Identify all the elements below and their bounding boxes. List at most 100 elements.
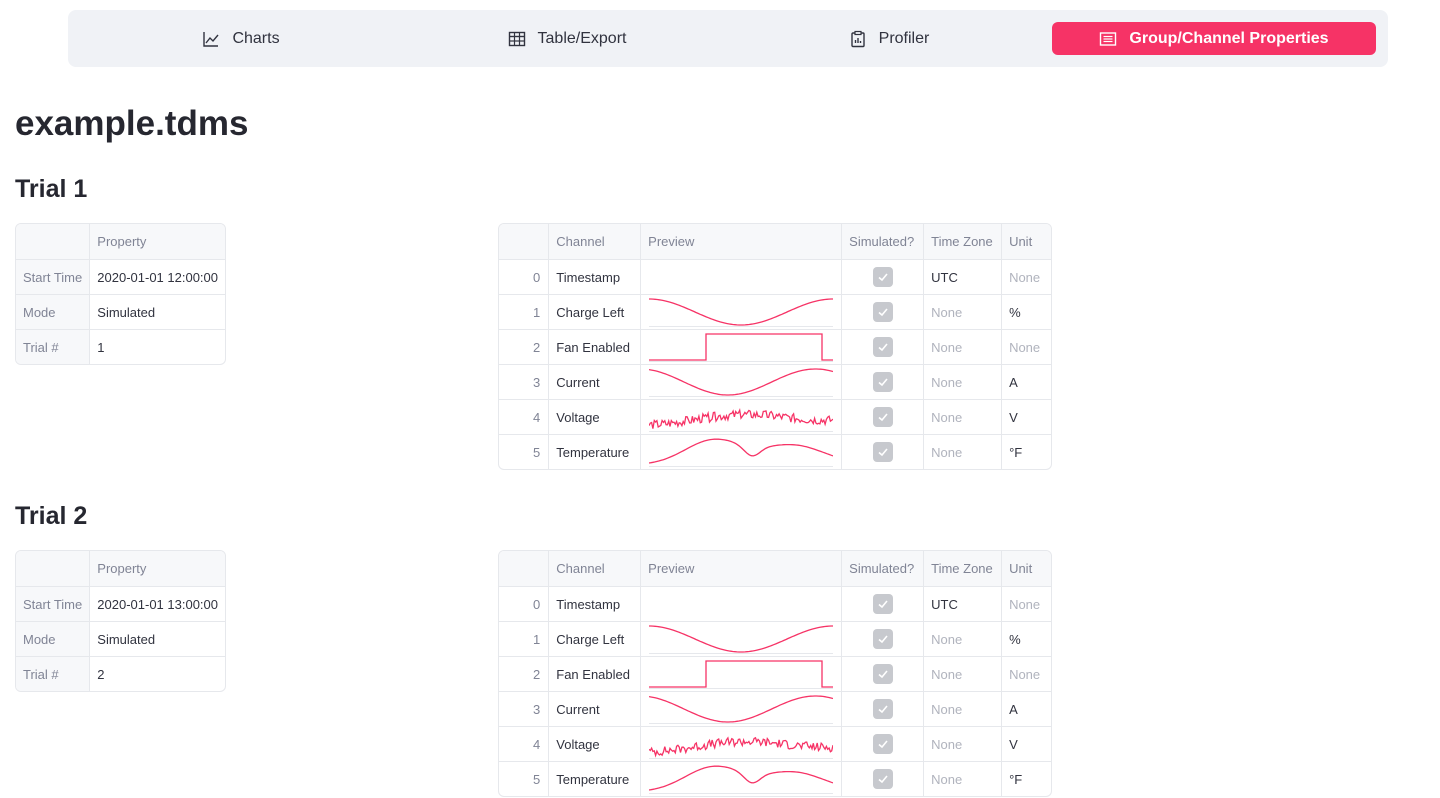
preview-cell [641,435,843,469]
nav-tab-table-export[interactable]: Table/Export [414,22,720,55]
nav-tab-profiler[interactable]: Profiler [736,22,1042,55]
preview-cell [641,400,843,435]
sparkline-series [649,660,834,688]
channel-name[interactable]: Temperature [549,435,642,469]
unit[interactable]: None [1002,657,1051,692]
time-zone[interactable]: None [924,330,1003,365]
time-zone[interactable]: None [924,400,1003,435]
unit[interactable]: A [1002,365,1051,400]
unit[interactable]: °F [1002,762,1051,796]
checkbox[interactable] [872,302,893,322]
column-header: Property [90,224,225,260]
sparkline-charge-left [649,625,834,654]
check-icon [878,670,888,679]
checkbox[interactable] [872,664,893,684]
table-header-row: Property [16,551,225,587]
unit[interactable]: None [1002,260,1051,295]
unit[interactable]: None [1002,330,1051,365]
checkbox[interactable] [872,267,893,287]
check-icon [878,775,888,784]
check-icon [878,600,888,609]
unit[interactable]: A [1002,692,1051,727]
corner-cell [499,224,550,260]
unit[interactable]: °F [1002,435,1051,469]
checkbox[interactable] [872,594,893,614]
time-zone[interactable]: UTC [924,260,1003,295]
simulated-cell [842,435,925,469]
property-value[interactable]: Simulated [90,622,225,657]
list-icon [1099,30,1117,48]
channel-name[interactable]: Charge Left [549,295,642,330]
channel-name[interactable]: Fan Enabled [549,657,642,692]
time-zone[interactable]: None [924,622,1003,657]
checkbox[interactable] [872,699,893,719]
table-row: Mode Simulated [16,622,225,657]
unit[interactable]: % [1002,622,1051,657]
checkbox[interactable] [872,769,893,789]
channel-name[interactable]: Current [549,365,642,400]
table-header-row: Property [16,224,225,260]
time-zone[interactable]: None [924,657,1003,692]
unit[interactable]: None [1002,587,1051,622]
channel-name[interactable]: Charge Left [549,622,642,657]
preview-cell [641,587,843,622]
checkbox[interactable] [872,407,893,427]
column-header-time-zone: Time Zone [924,551,1003,587]
property-value[interactable]: 2 [90,657,225,691]
sparkline-current [649,368,834,397]
simulated-cell [842,727,925,762]
table-row: 1 Charge Left None % [499,295,1051,330]
check-icon [878,448,888,457]
property-value[interactable]: Simulated [90,295,225,330]
nav-tab-label: Profiler [878,29,930,47]
time-zone[interactable]: None [924,295,1003,330]
nav-tab-group-channel-properties[interactable]: Group/Channel Properties [1052,22,1376,55]
channel-name[interactable]: Fan Enabled [549,330,642,365]
time-zone[interactable]: None [924,727,1003,762]
time-zone[interactable]: None [924,692,1003,727]
channel-name[interactable]: Voltage [549,727,642,762]
property-value[interactable]: 2020-01-01 13:00:00 [90,587,225,622]
group-title: Trial 1 [15,175,88,203]
row-index: 3 [499,692,550,727]
checkbox[interactable] [872,337,893,357]
time-zone[interactable]: None [924,435,1003,469]
table-row: 0 Timestamp UTC None [499,587,1051,622]
property-value[interactable]: 1 [90,330,225,364]
checkbox[interactable] [872,442,893,462]
channel-name[interactable]: Timestamp [549,260,642,295]
property-value[interactable]: 2020-01-01 12:00:00 [90,260,225,295]
check-icon [878,413,888,422]
time-zone[interactable]: UTC [924,587,1003,622]
check-icon [878,378,888,387]
property-key: Mode [16,622,91,657]
time-zone[interactable]: None [924,365,1003,400]
property-key: Start Time [16,260,91,295]
unit[interactable]: V [1002,727,1051,762]
row-index: 1 [499,295,550,330]
table-row: Start Time 2020-01-01 12:00:00 [16,260,225,295]
channel-name[interactable]: Timestamp [549,587,642,622]
checkbox[interactable] [872,629,893,649]
preview-cell [641,622,843,657]
checkbox[interactable] [872,372,893,392]
sparkline-series [649,765,834,791]
sparkline-fan-enabled [649,333,834,362]
channel-name[interactable]: Current [549,692,642,727]
channel-properties-table: Channel Preview Simulated? Time Zone Uni… [498,223,1052,470]
checkbox[interactable] [872,734,893,754]
sparkline-series [649,438,834,464]
column-header-time-zone: Time Zone [924,224,1003,260]
table-row: 4 Voltage None V [499,727,1051,762]
row-index: 0 [499,260,550,295]
unit[interactable]: % [1002,295,1051,330]
unit[interactable]: V [1002,400,1051,435]
sparkline-voltage [649,408,834,432]
table-row: Mode Simulated [16,295,225,330]
sparkline-charge-left [649,298,834,327]
channel-name[interactable]: Voltage [549,400,642,435]
nav-tab-charts[interactable]: Charts [88,22,394,55]
preview-cell [641,692,843,727]
time-zone[interactable]: None [924,762,1003,796]
channel-name[interactable]: Temperature [549,762,642,796]
